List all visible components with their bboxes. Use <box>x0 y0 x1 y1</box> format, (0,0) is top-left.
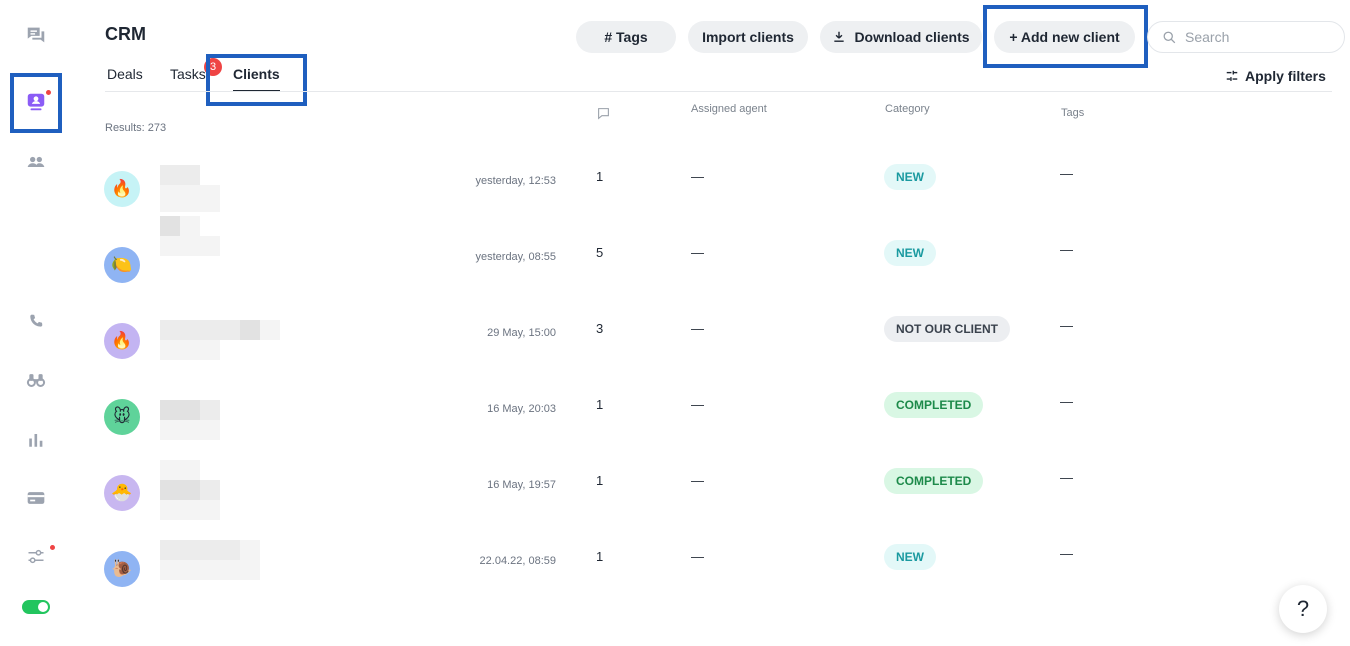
header-divider <box>105 91 1332 92</box>
table-row[interactable]: 🐌 22.04.22, 08:59 1— NEW — <box>100 530 1340 606</box>
table-row[interactable]: 🔥 yesterday, 12:53 1— NEW — <box>100 150 1340 226</box>
clients-tab-highlight-box <box>206 54 307 106</box>
sidebar <box>0 0 72 646</box>
message-count: 1 <box>596 169 604 184</box>
last-activity-date: 22.04.22, 08:59 <box>479 555 556 567</box>
category-badge[interactable]: COMPLETED <box>884 392 984 418</box>
message-count: 5 <box>596 245 604 260</box>
tab-deals[interactable]: Deals <box>107 66 143 82</box>
assigned-agent: — <box>691 473 704 488</box>
crm-highlight-box <box>10 73 62 133</box>
online-toggle[interactable] <box>22 600 50 614</box>
message-count: 1 <box>596 397 604 412</box>
client-tags: — <box>1060 394 1073 409</box>
add-client-highlight-box <box>983 5 1148 68</box>
assigned-agent: — <box>691 245 704 260</box>
blurred-client-name <box>160 420 220 440</box>
import-clients-button[interactable]: Import clients <box>688 21 808 53</box>
table-row[interactable]: 🍋 yesterday, 08:55 5— NEW — <box>100 216 1340 302</box>
category-badge[interactable]: NEW <box>884 240 936 266</box>
blurred-client-name <box>160 185 220 200</box>
message-count: 3 <box>596 321 604 336</box>
results-count: Results: 273 <box>105 122 167 134</box>
blurred-client-name <box>160 216 180 236</box>
table-row[interactable]: 🐣 16 May, 19:57 1— COMPLETED — <box>100 454 1340 530</box>
search-box[interactable] <box>1147 21 1345 53</box>
search-icon <box>1163 31 1176 43</box>
client-tags: — <box>1060 166 1073 181</box>
client-tags: — <box>1060 318 1073 333</box>
download-clients-label: Download clients <box>854 29 970 45</box>
category-badge[interactable]: COMPLETED <box>884 468 984 494</box>
column-tags[interactable]: Tags <box>1061 107 1084 119</box>
apply-filters-button[interactable]: Apply filters <box>1225 68 1326 84</box>
settings-notification-dot <box>49 544 56 551</box>
client-tags: — <box>1060 470 1073 485</box>
message-count: 1 <box>596 549 604 564</box>
last-activity-date: 16 May, 20:03 <box>487 403 556 415</box>
last-activity-date: 16 May, 19:57 <box>487 479 556 491</box>
client-tags: — <box>1060 242 1073 257</box>
download-clients-button[interactable]: Download clients <box>820 21 982 53</box>
settings-sliders-icon[interactable] <box>16 537 56 577</box>
blurred-client-name <box>180 216 200 236</box>
tab-tasks[interactable]: Tasks <box>170 66 206 82</box>
filter-icon <box>1226 70 1238 81</box>
blurred-client-name <box>160 200 220 212</box>
blurred-client-name <box>160 460 200 480</box>
table-row[interactable]: 🐭 16 May, 20:03 1— COMPLETED — <box>100 378 1340 454</box>
blurred-client-name <box>160 500 220 520</box>
blurred-client-name <box>160 340 220 360</box>
category-badge[interactable]: NEW <box>884 164 936 190</box>
last-activity-date: yesterday, 08:55 <box>475 251 556 263</box>
comment-icon <box>598 108 609 120</box>
assigned-agent: — <box>691 169 704 184</box>
analytics-icon[interactable] <box>16 420 56 460</box>
phone-icon[interactable] <box>16 301 56 341</box>
binoculars-icon[interactable] <box>16 360 56 400</box>
category-badge[interactable]: NEW <box>884 544 936 570</box>
help-button[interactable]: ? <box>1279 585 1327 633</box>
chat-icon[interactable] <box>16 15 56 55</box>
last-activity-date: yesterday, 12:53 <box>475 175 556 187</box>
page-title: CRM <box>105 24 146 44</box>
client-tags: — <box>1060 546 1073 561</box>
contacts-icon[interactable] <box>16 142 56 182</box>
message-count: 1 <box>596 473 604 488</box>
assigned-agent: — <box>691 549 704 564</box>
payment-card-icon[interactable] <box>16 478 56 518</box>
download-icon <box>834 31 845 42</box>
last-activity-date: 29 May, 15:00 <box>487 327 556 339</box>
column-assigned-agent[interactable]: Assigned agent <box>691 103 767 115</box>
assigned-agent: — <box>691 321 704 336</box>
search-input[interactable] <box>1185 29 1335 45</box>
column-category[interactable]: Category <box>885 103 930 115</box>
table-row[interactable]: 🔥 29 May, 15:00 3— NOT OUR CLIENT — <box>100 302 1340 378</box>
category-badge[interactable]: NOT OUR CLIENT <box>884 316 1010 342</box>
tags-button[interactable]: # Tags <box>576 21 676 53</box>
apply-filters-label: Apply filters <box>1245 68 1326 84</box>
assigned-agent: — <box>691 397 704 412</box>
